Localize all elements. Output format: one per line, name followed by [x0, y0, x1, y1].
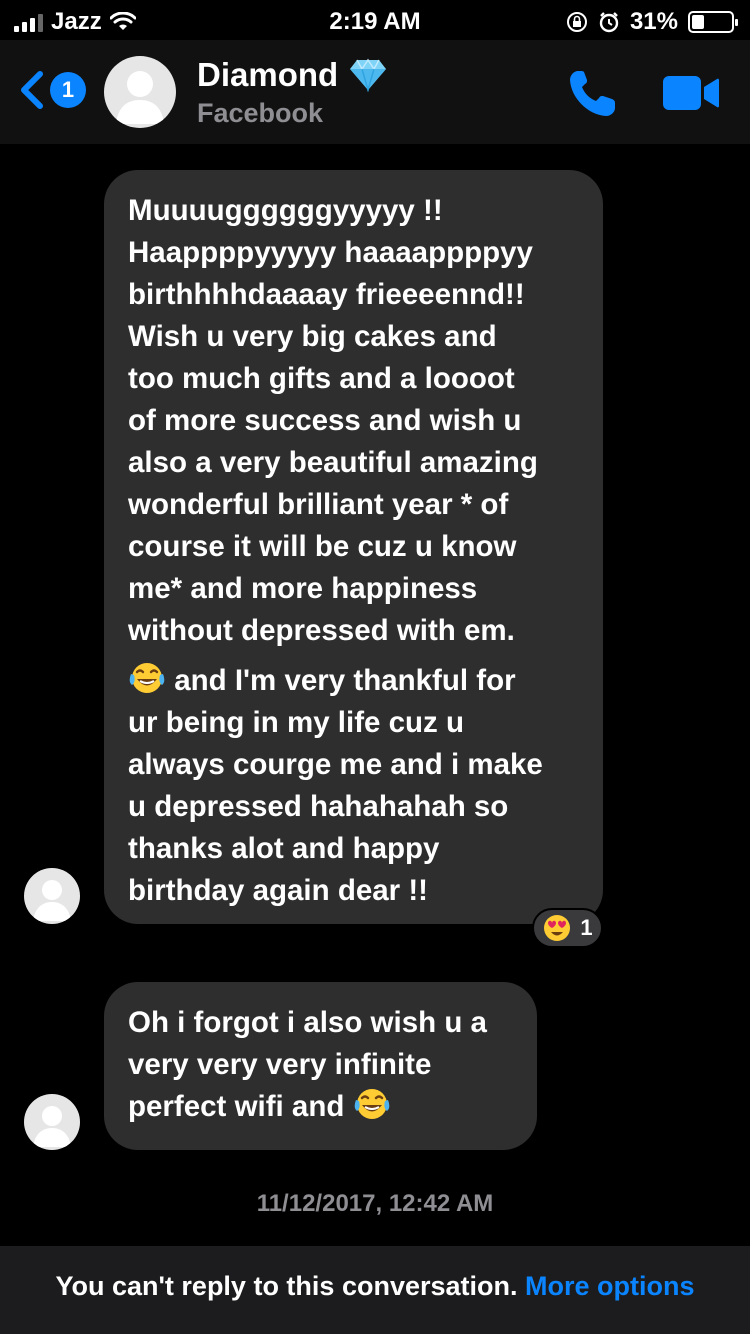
back-button[interactable]: 1	[18, 70, 86, 110]
message-text-content: Oh i forgot i also wish u a very very ve…	[128, 1006, 487, 1123]
battery-percent: 31%	[629, 8, 678, 35]
reaction-count: 1	[580, 915, 593, 940]
message-text: Muuuuggggggyyyyy !! Haappppyyyyy haaaapp…	[128, 194, 538, 647]
heart-eyes-emoji-icon	[544, 915, 571, 941]
message-bubble[interactable]: Oh i forgot i also wish u a very very ve…	[104, 982, 537, 1150]
message-text-after-emoji: and I'm very thankful for ur being in my…	[128, 664, 543, 907]
tears-of-joy-emoji-icon	[354, 1089, 389, 1119]
chevron-left-icon	[21, 71, 43, 109]
alarm-icon	[599, 12, 619, 33]
contact-avatar[interactable]	[104, 56, 176, 128]
phone-icon	[570, 71, 615, 116]
sender-avatar[interactable]	[24, 868, 80, 924]
contact-subtitle: Facebook	[197, 98, 324, 128]
sender-avatar[interactable]	[24, 1094, 80, 1150]
tears-of-joy-emoji-icon	[129, 663, 165, 693]
cannot-reply-notice: You can't reply to this conversation.	[55, 1271, 518, 1301]
message-text: Oh i forgot i also wish u a very very ve…	[128, 1002, 513, 1128]
battery-icon	[688, 11, 738, 33]
diamond-icon	[350, 58, 387, 92]
reaction-badge[interactable]: 1	[532, 908, 603, 948]
contact-name[interactable]: Diamond	[197, 56, 388, 94]
unread-count-badge: 1	[50, 72, 86, 108]
orientation-lock-icon	[566, 12, 587, 32]
video-call-button[interactable]	[662, 74, 720, 117]
message-timestamp: 11/12/2017, 12:42 AM	[256, 1190, 494, 1217]
default-avatar-icon	[33, 1106, 71, 1147]
video-camera-icon	[663, 76, 719, 110]
contact-name-text: Diamond	[197, 56, 339, 93]
default-avatar-icon	[116, 71, 164, 124]
message-bubble[interactable]: Muuuuggggggyyyyy !! Haappppyyyyy haaaapp…	[104, 170, 603, 924]
voice-call-button[interactable]	[566, 68, 618, 125]
status-bar: Jazz 2:19 AM 31%	[0, 0, 750, 40]
conversation-header: 1 Diamond Facebook	[0, 40, 750, 144]
default-avatar-icon	[33, 880, 71, 921]
reply-disabled-footer: You can't reply to this conversation. Mo…	[0, 1246, 750, 1334]
more-options-link[interactable]: More options	[525, 1271, 695, 1301]
message-list[interactable]: Muuuuggggggyyyyy !! Haappppyyyyy haaaapp…	[0, 144, 750, 1246]
message-text-continued: and I'm very thankful for ur being in my…	[128, 660, 579, 912]
